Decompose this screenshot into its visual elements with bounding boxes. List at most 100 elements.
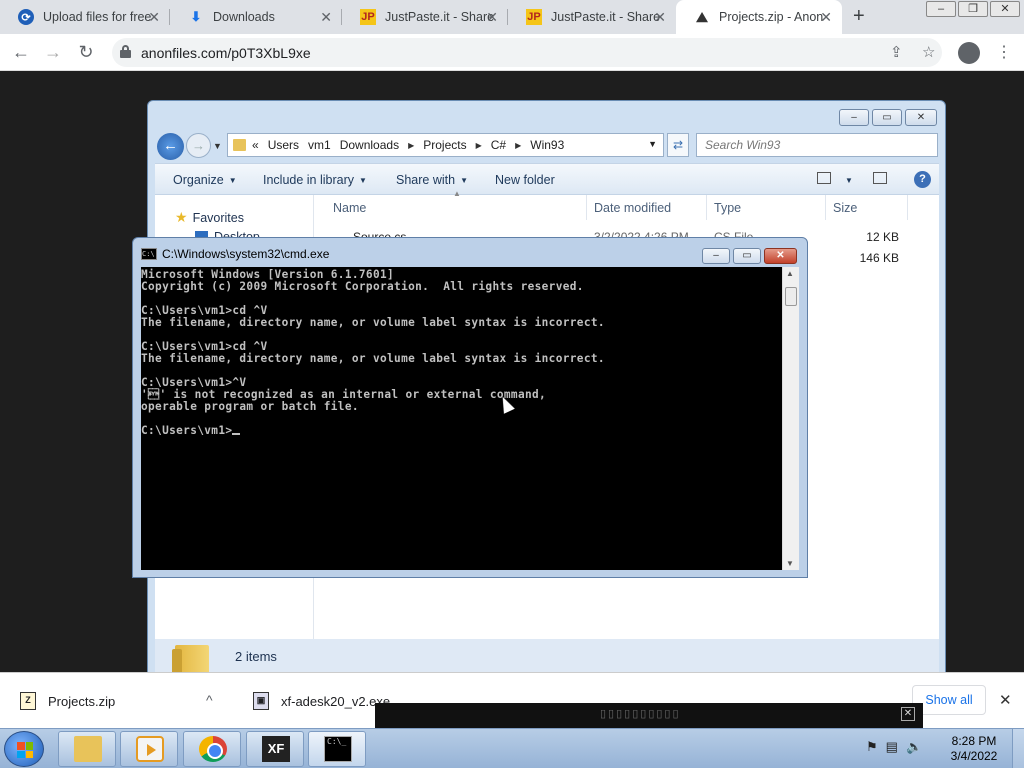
- scroll-thumb[interactable]: [785, 287, 797, 306]
- tab-upload-files[interactable]: ⟳ Upload files for free ✕: [0, 0, 170, 34]
- chevron-right-icon[interactable]: ▶: [408, 141, 414, 150]
- taskbar-xf[interactable]: XF: [246, 731, 304, 767]
- download-icon: ⬇: [190, 9, 202, 24]
- scroll-down-icon[interactable]: ▼: [786, 559, 794, 568]
- close-icon[interactable]: ✕: [654, 9, 666, 26]
- new-tab-button[interactable]: +: [853, 5, 865, 28]
- tab-label: JustPaste.it - Share: [551, 10, 661, 24]
- organize-button[interactable]: Organize ▼: [173, 173, 237, 187]
- folder-icon: [233, 139, 246, 151]
- breadcrumb-users[interactable]: Users: [268, 138, 299, 152]
- vertical-scrollbar[interactable]: ▲ ▼: [782, 267, 799, 570]
- taskbar-explorer[interactable]: [58, 731, 116, 767]
- column-size[interactable]: Size: [833, 201, 857, 215]
- profile-avatar[interactable]: [958, 42, 980, 64]
- windows-logo-icon: [17, 742, 33, 758]
- console-prompt: C:\Users\vm1>: [141, 424, 233, 437]
- taskbar-chrome[interactable]: [183, 731, 241, 767]
- browser-window-controls: – ❐ ✕: [924, 1, 1020, 17]
- tab-justpaste-1[interactable]: JP JustPaste.it - Share ✕: [342, 0, 508, 34]
- minimize-button[interactable]: –: [702, 248, 730, 264]
- column-date-modified[interactable]: Date modified: [594, 201, 671, 215]
- tab-downloads[interactable]: ⬇ Downloads ✕: [170, 0, 342, 34]
- explorer-address-bar[interactable]: « Users vm1 Downloads ▶ Projects ▶ C# ▶ …: [227, 133, 664, 157]
- show-all-button[interactable]: Show all: [912, 685, 986, 715]
- back-button[interactable]: ←: [9, 40, 33, 64]
- back-button[interactable]: ←: [157, 133, 184, 160]
- maximize-button[interactable]: ▭: [733, 248, 761, 264]
- flag-icon[interactable]: ⚑: [866, 739, 878, 755]
- taskbar-media-player[interactable]: [120, 731, 178, 767]
- close-button[interactable]: ✕: [990, 1, 1020, 17]
- star-icon: ★: [175, 209, 188, 225]
- include-in-library-button[interactable]: Include in library ▼: [263, 173, 367, 187]
- minimize-button[interactable]: –: [839, 109, 869, 126]
- forward-button[interactable]: →: [41, 40, 65, 64]
- chevron-up-icon[interactable]: ^: [206, 692, 213, 708]
- item-count: 2 items: [235, 649, 277, 664]
- network-icon[interactable]: ▤: [886, 739, 898, 755]
- breadcrumb-win93[interactable]: Win93: [530, 138, 564, 152]
- lock-icon: [120, 45, 131, 58]
- maximize-button[interactable]: ❐: [958, 1, 988, 17]
- view-options-icon[interactable]: [817, 172, 831, 184]
- explorer-command-bar: Organize ▼ Include in library ▼ Share with…: [155, 163, 939, 195]
- cmd-window: C:\ C:\Windows\system32\cmd.exe – ▭ ✕ Mi…: [132, 237, 808, 578]
- download-filename: xf-adesk20_v2.exe: [281, 693, 391, 709]
- new-folder-button[interactable]: New folder: [495, 173, 555, 187]
- close-icon[interactable]: ✕: [901, 707, 915, 721]
- scroll-up-icon[interactable]: ▲: [786, 269, 794, 278]
- start-button[interactable]: [4, 731, 44, 767]
- close-icon[interactable]: ✕: [820, 9, 832, 26]
- share-icon[interactable]: ⇪: [890, 43, 903, 61]
- console-prompt-line[interactable]: C:\Users\vm1>: [141, 425, 782, 437]
- close-icon[interactable]: ✕: [999, 691, 1012, 709]
- browser-tab-bar: ⟳ Upload files for free ✕ ⬇ Downloads ✕ …: [0, 0, 1024, 34]
- menu-icon[interactable]: ⋮: [996, 42, 1012, 62]
- console-output[interactable]: Microsoft Windows [Version 6.1.7601] Cop…: [141, 267, 782, 570]
- nav-favorites[interactable]: ★ Favorites: [175, 209, 244, 226]
- column-type[interactable]: Type: [714, 201, 741, 215]
- recent-pages-dropdown[interactable]: ▼: [213, 141, 222, 151]
- refresh-button[interactable]: ⇄: [667, 133, 689, 157]
- minimize-button[interactable]: –: [926, 1, 956, 17]
- address-bar[interactable]: anonfiles.com/p0T3XbL9xe ⇪ ☆: [112, 38, 942, 67]
- download-filename: Projects.zip: [48, 693, 116, 709]
- breadcrumb-vm1[interactable]: vm1: [308, 138, 331, 152]
- cmd-title-bar: C:\ C:\Windows\system32\cmd.exe: [141, 247, 329, 261]
- search-input[interactable]: Search Win93: [696, 133, 938, 157]
- close-icon[interactable]: ✕: [320, 9, 332, 26]
- chevron-down-icon[interactable]: ▼: [840, 173, 853, 187]
- close-icon[interactable]: ✕: [486, 9, 498, 26]
- jp-icon: JP: [360, 9, 376, 25]
- chevron-down-icon[interactable]: ▼: [648, 139, 657, 149]
- volume-icon[interactable]: 🔈: [906, 739, 922, 755]
- forward-button[interactable]: →: [186, 133, 211, 158]
- download-item-projects[interactable]: Z Projects.zip: [20, 673, 115, 729]
- sort-arrow-icon: ▲: [453, 189, 461, 198]
- star-icon[interactable]: ☆: [922, 43, 935, 61]
- breadcrumb-downloads[interactable]: Downloads: [340, 138, 399, 152]
- media-player-icon: [136, 736, 164, 762]
- taskbar-clock[interactable]: 8:28 PM 3/4/2022: [946, 734, 1002, 764]
- column-name[interactable]: Name: [333, 201, 366, 215]
- close-button[interactable]: ✕: [905, 109, 937, 126]
- taskbar-cmd[interactable]: C:\_: [308, 731, 366, 767]
- close-icon[interactable]: ✕: [148, 9, 160, 26]
- share-with-button[interactable]: Share with ▼: [396, 173, 468, 187]
- close-button[interactable]: ✕: [764, 248, 797, 264]
- overlay-toolbar: ▯▯▯▯▯▯▯▯▯▯ ✕: [375, 703, 923, 728]
- reload-button[interactable]: ↻: [74, 40, 98, 64]
- preview-pane-icon[interactable]: [873, 172, 887, 184]
- maximize-button[interactable]: ▭: [872, 109, 902, 126]
- tab-justpaste-2[interactable]: JP JustPaste.it - Share ✕: [508, 0, 676, 34]
- tab-projects-zip[interactable]: ⛰ Projects.zip - Anon ✕: [676, 0, 842, 34]
- chevron-right-icon[interactable]: ▶: [515, 141, 521, 150]
- breadcrumb-csharp[interactable]: C#: [491, 138, 506, 152]
- download-item-xf[interactable]: ▣ xf-adesk20_v2.exe: [253, 673, 390, 729]
- help-icon[interactable]: ?: [914, 171, 931, 188]
- breadcrumb-projects[interactable]: Projects: [423, 138, 466, 152]
- chevron-right-icon[interactable]: ▶: [476, 141, 482, 150]
- show-desktop-button[interactable]: [1012, 729, 1024, 768]
